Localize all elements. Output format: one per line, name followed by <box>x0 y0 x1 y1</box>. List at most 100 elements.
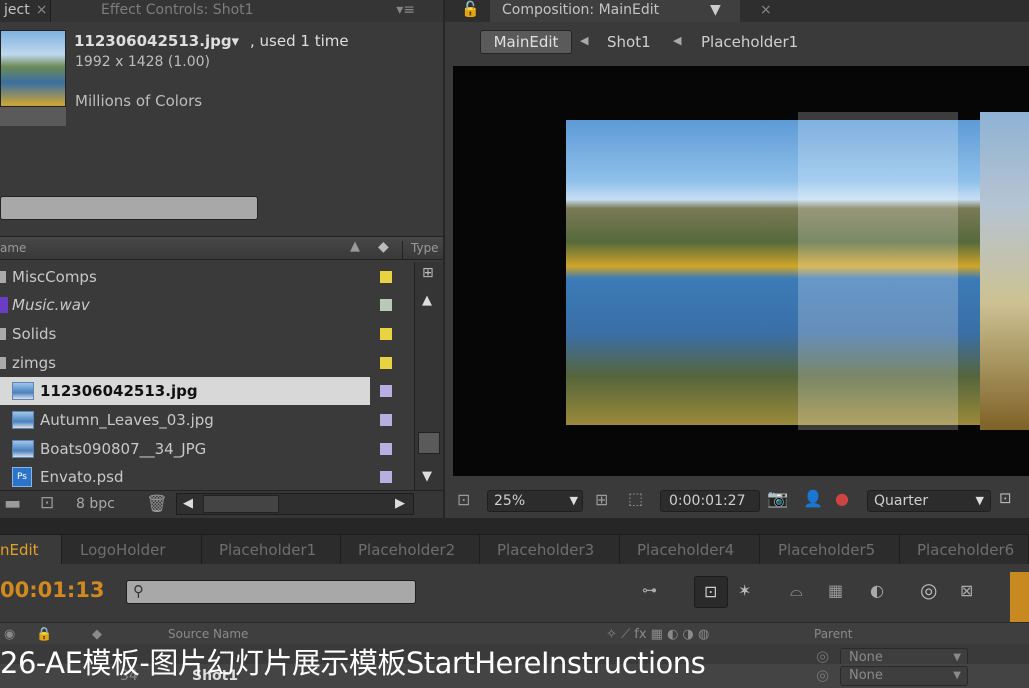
close-icon[interactable]: × <box>36 2 48 18</box>
list-item[interactable]: zimgs <box>0 349 414 377</box>
breadcrumb-placeholder1[interactable]: Placeholder1 <box>701 33 798 51</box>
new-folder-icon[interactable]: ▬ <box>4 495 21 513</box>
list-item-label: 112306042513.jpg <box>40 382 198 400</box>
panel-menu-icon[interactable]: ▾≡ <box>396 0 415 20</box>
timeline-tabs: nEdit LogoHolder Placeholder1 Placeholde… <box>0 534 1029 565</box>
footage-filename[interactable]: 112306042513.jpg▾ <box>74 32 239 50</box>
chevron-down-icon: ▼ <box>569 494 578 507</box>
scroll-up-arrow-icon[interactable]: ▲ <box>422 294 432 307</box>
timeline-search-input[interactable]: ⚲ <box>126 580 416 604</box>
current-time-field[interactable]: 0:00:01:27 <box>660 490 760 512</box>
hide-shy-layers-icon[interactable]: ⌓ <box>790 583 803 599</box>
scroll-thumb[interactable] <box>418 432 440 454</box>
project-search-input[interactable] <box>0 196 258 220</box>
project-panel-tabbar: ject × Effect Controls: Shot1 ▾≡ <box>0 0 443 22</box>
tab-mainedit[interactable]: nEdit <box>0 535 62 565</box>
list-item[interactable]: Boats090807__34_JPG <box>0 435 414 463</box>
label-color-swatch[interactable] <box>380 271 392 283</box>
tab-effect-controls-label: Effect Controls: Shot1 <box>101 2 254 18</box>
tab-placeholder1[interactable]: Placeholder1 <box>202 535 341 565</box>
column-type-header[interactable]: Type <box>402 241 439 259</box>
resolution-dropdown[interactable]: Quarter ▼ <box>867 490 991 512</box>
sort-up-icon[interactable]: ▲ <box>350 239 360 254</box>
breadcrumb-shot1[interactable]: Shot1 <box>607 33 651 51</box>
pick-whip-icon[interactable]: ◎ <box>816 649 829 664</box>
label-color-swatch[interactable] <box>380 471 392 483</box>
composition-mini-flowchart-icon[interactable]: ⊶ <box>642 583 657 598</box>
motion-blur-icon[interactable]: ◐ <box>870 583 884 599</box>
magnification-dropdown[interactable]: 25% ▼ <box>487 490 583 512</box>
breadcrumb-mainedit[interactable]: MainEdit <box>480 30 572 54</box>
column-name-header[interactable]: ame <box>0 241 26 255</box>
tab-placeholder5[interactable]: Placeholder5 <box>760 535 900 565</box>
tab-placeholder3[interactable]: Placeholder3 <box>480 535 620 565</box>
snapshot-camera-icon[interactable]: 📷 <box>767 491 788 508</box>
chevron-down-icon[interactable]: ▼ <box>710 0 721 20</box>
label-color-swatch[interactable] <box>380 328 392 340</box>
scroll-thumb[interactable] <box>203 495 279 513</box>
bit-depth-button[interactable]: 8 bpc <box>76 496 115 512</box>
live-update-button[interactable]: ⊡ <box>694 576 728 608</box>
parent-header[interactable]: Parent <box>814 627 852 641</box>
tab-placeholder2[interactable]: Placeholder2 <box>341 535 480 565</box>
lock-icon[interactable]: 🔓 <box>461 2 480 17</box>
label-color-swatch[interactable] <box>380 357 392 369</box>
project-vertical-scrollbar[interactable]: ⊞ ▲ ▼ <box>414 262 443 490</box>
tab-composition[interactable]: Composition: MainEdit ▼ × <box>490 0 772 22</box>
scroll-left-arrow-icon[interactable]: ◀ <box>183 497 193 510</box>
tab-project[interactable]: ject × <box>0 0 48 22</box>
tab-composition-label: Composition: MainEdit <box>502 2 660 18</box>
flowchart-icon[interactable]: ⊞ <box>422 266 434 280</box>
safe-margins-icon[interactable]: ⊞ <box>595 492 608 508</box>
pick-whip-icon[interactable]: ◎ <box>816 668 829 683</box>
breadcrumb-arrow-icon: ◀ <box>580 34 589 47</box>
folder-icon <box>0 328 6 340</box>
list-item[interactable]: Solids <box>0 320 414 348</box>
parent-value: None <box>849 650 883 665</box>
chevron-down-icon: ▼ <box>975 494 984 507</box>
show-snapshot-icon[interactable]: 👤 <box>803 491 823 507</box>
list-item-label: Music.wav <box>12 296 90 314</box>
draft-3d-icon[interactable]: ✶ <box>738 583 751 599</box>
trash-icon[interactable]: 🗑 <box>146 496 168 513</box>
list-item-swatch-cell <box>370 377 414 405</box>
timeline-current-time[interactable]: 00:01:13 <box>0 578 104 602</box>
image-file-icon <box>12 411 34 429</box>
label-color-swatch[interactable] <box>380 414 392 426</box>
region-of-interest-icon[interactable]: ⬚ <box>628 491 643 507</box>
close-icon[interactable]: × <box>760 0 772 20</box>
tab-effect-controls[interactable]: Effect Controls: Shot1 ▾≡ <box>50 0 443 22</box>
always-preview-icon[interactable]: ⊡ <box>457 492 470 508</box>
list-item[interactable]: MiscComps <box>0 263 414 291</box>
scroll-down-arrow-icon[interactable]: ▼ <box>422 470 432 483</box>
project-horizontal-scrollbar[interactable]: ◀ ▶ <box>176 493 414 515</box>
brainstorm-icon[interactable]: ⊠ <box>960 583 973 599</box>
list-item-label: MiscComps <box>12 268 97 286</box>
scroll-right-arrow-icon[interactable]: ▶ <box>395 497 405 510</box>
tab-placeholder4[interactable]: Placeholder4 <box>620 535 760 565</box>
frame-blending-icon[interactable]: ▦ <box>828 583 843 599</box>
new-composition-icon[interactable]: ⊡ <box>40 495 54 512</box>
tab-placeholder6[interactable]: Placeholder6 <box>900 535 1029 565</box>
folder-icon <box>0 357 6 369</box>
list-item-selected[interactable]: 112306042513.jpg <box>0 377 370 405</box>
target-region-icon[interactable]: ⊡ <box>999 491 1012 506</box>
label-color-swatch[interactable] <box>380 385 392 397</box>
preview-overlay-layer <box>798 112 958 430</box>
list-item[interactable]: Music.wav <box>0 291 414 319</box>
parent-dropdown[interactable]: None ▼ <box>840 666 968 686</box>
live-update-icon: ⊡ <box>704 582 718 601</box>
breadcrumb-arrow-icon: ◀ <box>673 34 682 47</box>
label-color-swatch[interactable] <box>380 443 392 455</box>
footage-color-depth: Millions of Colors <box>75 92 203 110</box>
label-color-swatch[interactable] <box>380 299 392 311</box>
graph-editor-icon[interactable]: ◎ <box>920 580 937 600</box>
label-tag-icon[interactable]: ◆ <box>378 239 389 255</box>
source-name-header[interactable]: Source Name <box>168 627 248 641</box>
list-item[interactable]: Autumn_Leaves_03.jpg <box>0 406 414 434</box>
color-channels-icon[interactable]: ● <box>835 491 849 507</box>
tab-project-label: ject <box>4 2 30 18</box>
video-caption-overlay: 26-AE模板-图片幻灯片展示模板StartHereInstructions <box>0 646 706 680</box>
tab-logoholder[interactable]: LogoHolder <box>62 535 202 565</box>
list-item[interactable]: Ps Envato.psd <box>0 463 414 491</box>
